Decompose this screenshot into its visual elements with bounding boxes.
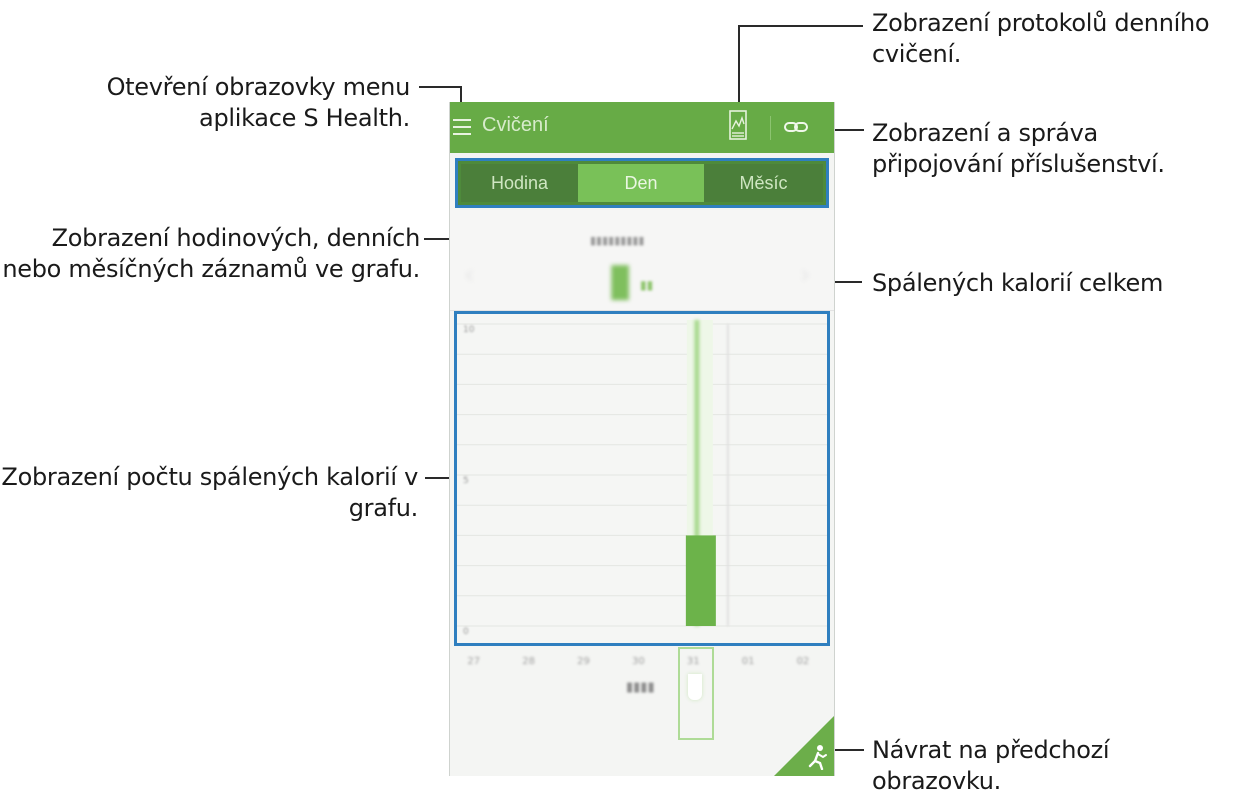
total-calories-value: ▮ xyxy=(608,255,633,304)
phone-screen: Cvičení Hodina Den Měsíc ‹ › ▮▮▮▮▮▮▮▮▮ ▮… xyxy=(449,102,835,776)
x-tick-label: 29 xyxy=(577,656,590,667)
prev-arrow-icon[interactable]: ‹ xyxy=(464,260,474,290)
tab-month[interactable]: Měsíc xyxy=(704,164,823,202)
running-figure-icon[interactable] xyxy=(806,744,828,770)
annotation-log: Zobrazení protokolů denního cvičení. xyxy=(872,9,1210,68)
x-tick-label: 28 xyxy=(522,656,536,667)
y-tick-label: 5 xyxy=(463,476,469,486)
annotation-graph: Zobrazení počtu spálených kalorií v graf… xyxy=(1,463,418,522)
hamburger-icon[interactable] xyxy=(453,119,471,135)
tab-hour[interactable]: Hodina xyxy=(461,164,578,202)
link-icon[interactable] xyxy=(784,119,808,135)
log-chart-icon[interactable] xyxy=(728,110,748,144)
period-tabs: Hodina Den Měsíc xyxy=(455,158,829,208)
total-calories-unit: ▮▮ xyxy=(640,278,654,292)
appbar-separator xyxy=(770,116,771,140)
chart-svg: 10 5 0 xyxy=(457,320,827,637)
annotation-back: Návrat na předchozí obrazovku. xyxy=(872,736,1110,795)
x-tick-label: 27 xyxy=(467,656,481,667)
callout-log-h xyxy=(738,25,863,27)
calories-chart: 10 5 0 xyxy=(454,311,830,646)
annotation-accessory: Zobrazení a správa připojování příslušen… xyxy=(872,119,1165,178)
app-title: Cvičení xyxy=(482,114,549,136)
callout-menu-h xyxy=(419,86,462,88)
x-axis: 27 28 29 30 31 01 02 xyxy=(450,650,834,680)
month-label: ▮▮▮▮ xyxy=(626,680,655,695)
tab-day[interactable]: Den xyxy=(578,164,704,202)
selected-day-indicator xyxy=(688,674,702,700)
y-tick-label: 10 xyxy=(463,325,475,335)
annotation-total: Spálených kalorií celkem xyxy=(872,269,1164,297)
app-bar: Cvičení xyxy=(450,102,834,153)
x-tick-label: 02 xyxy=(796,656,810,667)
annotation-period: Zobrazení hodinových, denních nebo měsíč… xyxy=(2,224,420,283)
x-tick-label: 30 xyxy=(632,656,645,667)
callout-log-v xyxy=(738,25,740,108)
next-arrow-icon[interactable]: › xyxy=(800,260,810,290)
calories-summary: ‹ › ▮▮▮▮▮▮▮▮▮ ▮ ▮▮ xyxy=(450,210,834,311)
bar-31 xyxy=(685,535,716,626)
x-tick-label: 01 xyxy=(741,656,755,667)
annotation-menu: Otevření obrazovky menu aplikace S Healt… xyxy=(106,73,411,132)
summary-date: ▮▮▮▮▮▮▮▮▮ xyxy=(590,234,645,247)
y-tick-label: 0 xyxy=(463,627,469,637)
